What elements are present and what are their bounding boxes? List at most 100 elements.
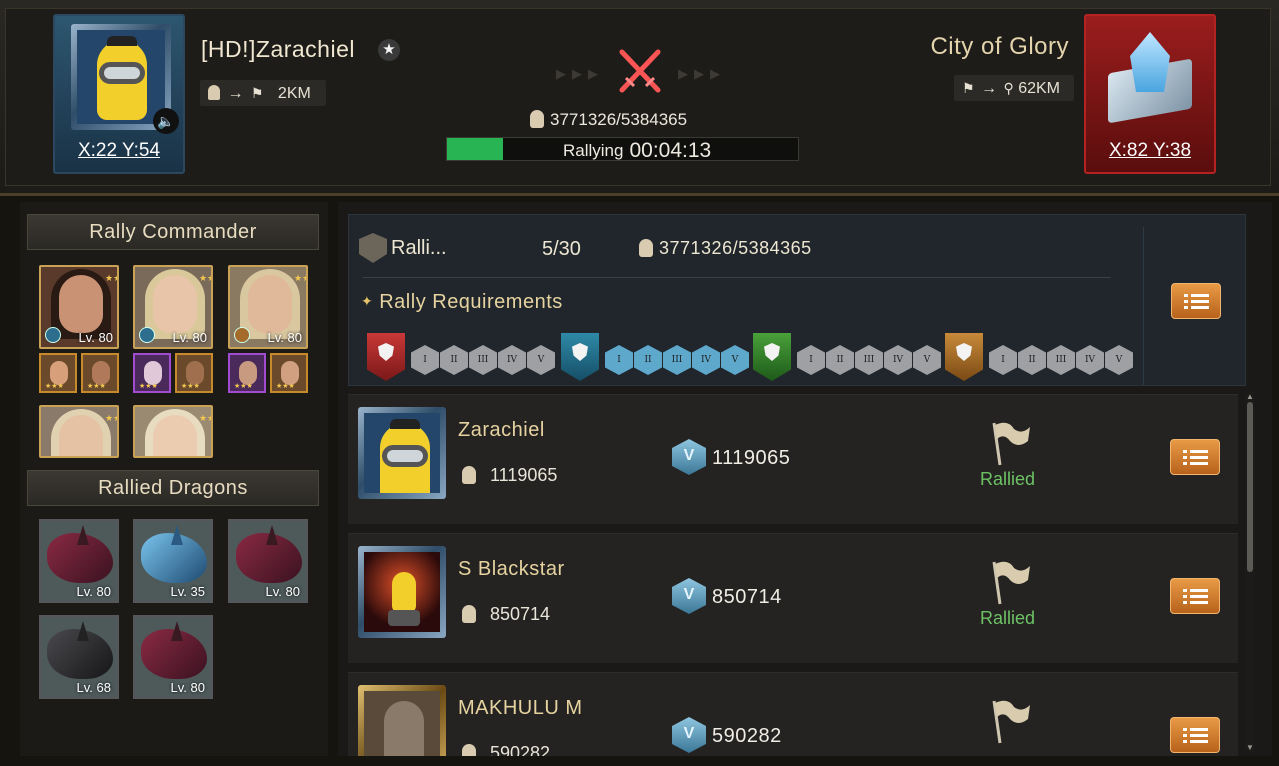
helmet-icon xyxy=(462,605,476,623)
tier-3-icon: III xyxy=(1047,345,1075,375)
member-details-button[interactable] xyxy=(1170,717,1220,753)
rally-flag-icon xyxy=(992,700,1030,744)
member-avatar[interactable] xyxy=(358,546,446,638)
member-details-button[interactable] xyxy=(1170,578,1220,614)
scroll-up-icon[interactable]: ▲ xyxy=(1245,392,1255,401)
support-hero[interactable]: ★★★ xyxy=(175,353,213,393)
tier-2-icon: II xyxy=(440,345,468,375)
dragon-level: Lv. 80 xyxy=(265,584,300,599)
commander-hero-2[interactable]: ★★★★★ Lv. 80 xyxy=(133,265,213,349)
commander-hero-4[interactable]: ★★ xyxy=(39,405,119,458)
tier-5-icon: V xyxy=(1105,345,1133,375)
attacker-name: [HD!]Zarachiel xyxy=(201,36,355,62)
support-hero[interactable]: ★★★ xyxy=(270,353,308,393)
hero-level: Lv. 80 xyxy=(267,330,302,345)
troop-type-icon xyxy=(234,327,250,343)
member-value: 590282 xyxy=(712,725,782,747)
rank-v-icon xyxy=(672,717,706,753)
member-troop-power: 1119065 xyxy=(462,465,557,486)
archer-banner-icon xyxy=(753,333,791,381)
location-pin-icon: ⚲ xyxy=(1003,80,1014,96)
member-name: S Blackstar xyxy=(458,558,565,580)
troop-type-icon xyxy=(45,327,61,343)
arrow-trail-left: ▶▶▶ xyxy=(556,66,604,81)
flag-icon: ⚑ xyxy=(250,85,264,101)
attacker-coordinates[interactable]: X:22 Y:54 xyxy=(55,140,183,162)
target-portrait[interactable]: X:82 Y:38 xyxy=(1084,14,1216,174)
divider xyxy=(363,277,1111,278)
support-hero[interactable]: ★★★ xyxy=(228,353,266,393)
tier-3-icon: III xyxy=(855,345,883,375)
member-value: 850714 xyxy=(712,586,782,608)
dragon-5[interactable]: Lv. 80 xyxy=(133,615,213,699)
dragon-level: Lv. 80 xyxy=(170,680,205,695)
dragon-1[interactable]: Lv. 80 xyxy=(39,519,119,603)
tier-2-icon: II xyxy=(1018,345,1046,375)
member-troop-power-value: 850714 xyxy=(490,604,551,624)
tier-5-icon: V xyxy=(913,345,941,375)
arrow-right-icon: → xyxy=(227,85,244,102)
dragon-2[interactable]: Lv. 35 xyxy=(133,519,213,603)
attacker-distance: → ⚑ 2KM xyxy=(200,80,326,106)
arrow-trail-right: ▶▶▶ xyxy=(678,66,726,81)
tier-5-icon: V xyxy=(527,345,555,375)
attacker-portrait[interactable]: 🔈 X:22 Y:54 xyxy=(53,14,185,174)
tier-2-icon: II xyxy=(634,345,662,375)
rally-troop-power: 3771326/5384365 xyxy=(530,110,687,130)
rally-details-button[interactable] xyxy=(1171,283,1221,319)
list-icon xyxy=(1183,728,1208,744)
rally-summary-power: 3771326/5384365 xyxy=(639,238,812,259)
arrow-right-icon: → xyxy=(981,80,998,97)
rally-flag-icon xyxy=(992,561,1030,605)
commander-hero-3[interactable]: ★★★★★ Lv. 80 xyxy=(228,265,308,349)
list-icon xyxy=(1183,589,1208,605)
rally-flag-icon xyxy=(992,422,1030,466)
scroll-thumb[interactable] xyxy=(1247,402,1253,572)
member-avatar[interactable] xyxy=(358,685,446,756)
tier-1-icon: I xyxy=(411,345,439,375)
dragon-3[interactable]: Lv. 80 xyxy=(228,519,308,603)
speaker-icon[interactable]: 🔈 xyxy=(153,108,179,134)
member-name: Zarachiel xyxy=(458,419,545,441)
support-hero[interactable]: ★★★ xyxy=(39,353,77,393)
tier-1-icon: I xyxy=(989,345,1017,375)
target-distance-value: 62KM xyxy=(1018,80,1060,97)
member-details-button[interactable] xyxy=(1170,439,1220,475)
list-icon xyxy=(1183,450,1208,466)
rally-status-label: Rallying xyxy=(563,141,624,160)
helmet-icon xyxy=(530,110,544,128)
flag-icon: ⚑ xyxy=(962,80,975,96)
rank-v-icon xyxy=(672,439,706,475)
scroll-down-icon[interactable]: ▼ xyxy=(1245,743,1255,752)
city-icon xyxy=(1100,26,1200,136)
rally-summary: Ralli... 5/30 3771326/5384365 ✦ Rally Req… xyxy=(348,214,1246,386)
rally-progress-bar: Rallying 00:04:13 xyxy=(446,137,799,162)
member-avatar[interactable] xyxy=(358,407,446,499)
tier-4-icon: IV xyxy=(1076,345,1104,375)
rallied-dragons-heading: Rallied Dragons xyxy=(27,470,319,506)
member-status: Rallied xyxy=(980,608,1036,628)
member-troop-power-value: 590282 xyxy=(490,743,551,756)
siege-banner-icon xyxy=(945,333,983,381)
support-hero[interactable]: ★★★ xyxy=(133,353,171,393)
rally-label: Ralli... xyxy=(391,237,447,259)
target-coordinates[interactable]: X:82 Y:38 xyxy=(1086,140,1214,162)
commander-hero-5[interactable]: ★★ xyxy=(133,405,213,458)
rally-member-row[interactable]: Zarachiel 1119065 1119065 Rallied xyxy=(348,394,1238,524)
tier-3-icon: III xyxy=(469,345,497,375)
commander-hero-1[interactable]: ★★★★★ Lv. 80 xyxy=(39,265,119,349)
rally-members-panel: Ralli... 5/30 3771326/5384365 ✦ Rally Req… xyxy=(338,202,1272,756)
dragon-4[interactable]: Lv. 68 xyxy=(39,615,119,699)
rank-v-icon xyxy=(672,578,706,614)
rally-member-row[interactable]: MAKHULU M 590282 590282 xyxy=(348,672,1238,756)
star-icon[interactable]: ★ xyxy=(378,39,400,61)
tier-4-icon: IV xyxy=(498,345,526,375)
crossed-swords-icon xyxy=(619,49,661,93)
member-list-scrollbar[interactable]: ▲ ▼ xyxy=(1245,392,1255,752)
rally-member-row[interactable]: S Blackstar 850714 850714 Rallied xyxy=(348,533,1238,663)
rally-timer: 00:04:13 xyxy=(629,139,712,162)
hero-level: Lv. 80 xyxy=(172,330,207,345)
member-troop-power-value: 1119065 xyxy=(490,465,558,485)
support-hero[interactable]: ★★★ xyxy=(81,353,119,393)
tier-1-icon: I xyxy=(605,345,633,375)
